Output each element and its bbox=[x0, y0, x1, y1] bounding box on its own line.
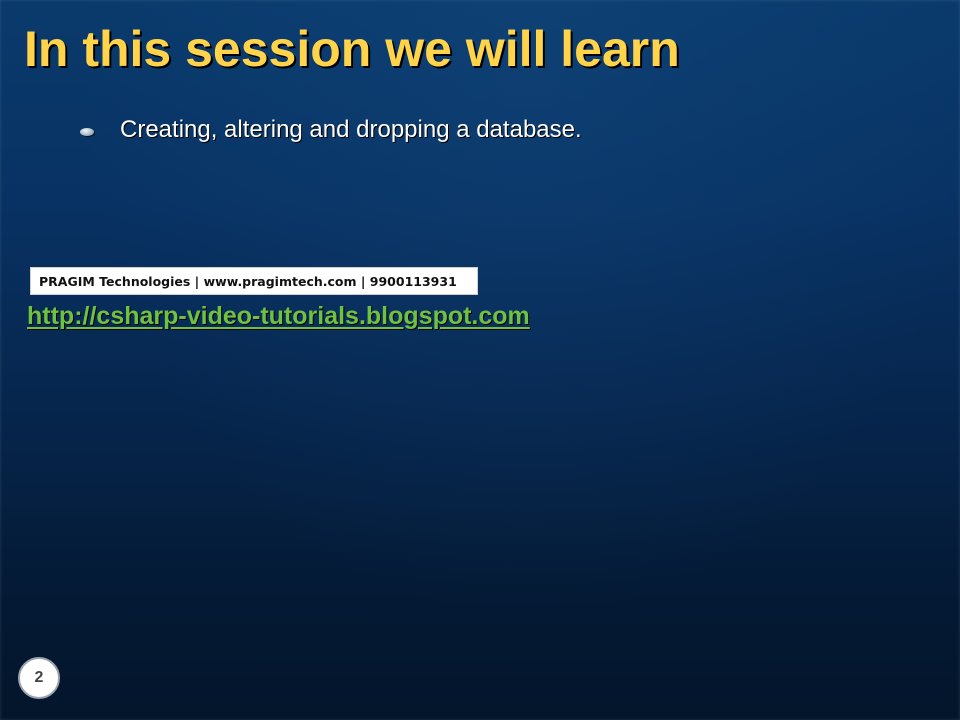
bullet-item: Creating, altering and dropping a databa… bbox=[80, 114, 582, 146]
slide: In this session we will learn Creating, … bbox=[0, 0, 960, 720]
company-banner: PRAGIM Technologies | www.pragimtech.com… bbox=[30, 267, 478, 295]
bullet-list: Creating, altering and dropping a databa… bbox=[80, 114, 582, 146]
page-number-badge: 2 bbox=[18, 657, 60, 699]
bullet-text: Creating, altering and dropping a databa… bbox=[120, 116, 582, 143]
blog-link[interactable]: http://csharp-video-tutorials.blogspot.c… bbox=[27, 302, 530, 331]
slide-title: In this session we will learn bbox=[24, 21, 680, 77]
page-number: 2 bbox=[34, 669, 44, 686]
oval-bullet-icon bbox=[80, 128, 94, 136]
